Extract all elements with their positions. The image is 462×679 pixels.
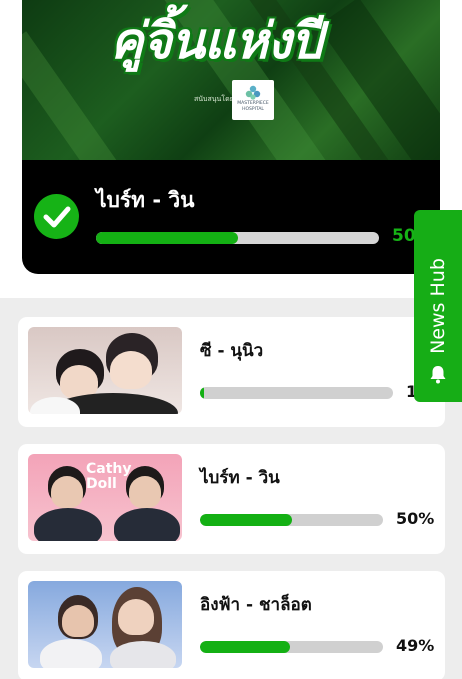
- candidate-percent: 49%: [396, 636, 435, 655]
- sponsor-logo-subtext: HOSPITAL: [242, 107, 264, 112]
- winner-name: ไบร์ท - วิน: [96, 188, 195, 212]
- news-hub-tab[interactable]: News Hub: [414, 210, 462, 402]
- checkmark-icon: [34, 194, 79, 239]
- sponsor-caption: สนับสนุนโดย: [194, 95, 234, 103]
- candidate-percent: 50%: [396, 509, 435, 528]
- bell-icon: [430, 366, 446, 384]
- candidate-progress-bar: [200, 641, 383, 653]
- candidate-progress-bar: [200, 387, 393, 399]
- news-hub-label: News Hub: [427, 258, 449, 354]
- candidate-name: ซี - นุนิว: [200, 341, 264, 361]
- banner-decoration: [317, 0, 440, 160]
- candidate-photo: [28, 581, 182, 668]
- candidate-card[interactable]: ซี - นุนิว 1: [18, 317, 445, 427]
- winner-card[interactable]: คู่จิ้นแห่งปี สนับสนุนโดย MASTERPIECE HO…: [22, 0, 440, 274]
- candidate-progress-fill: [200, 387, 204, 399]
- candidate-card[interactable]: Cathy Doll ไบร์ท - วิน 50%: [18, 444, 445, 554]
- candidate-card[interactable]: อิงฟ้า - ชาล็อต 49%: [18, 571, 445, 679]
- candidate-photo: [28, 327, 182, 414]
- candidate-name: อิงฟ้า - ชาล็อต: [200, 595, 312, 615]
- winner-progress-fill: [96, 232, 238, 244]
- sponsor-logo: MASTERPIECE HOSPITAL: [232, 80, 274, 120]
- winner-progress-bar: [96, 232, 379, 244]
- candidate-progress-bar: [200, 514, 383, 526]
- candidate-progress-fill: [200, 641, 290, 653]
- candidate-name: ไบร์ท - วิน: [200, 468, 280, 488]
- sponsor-flower-icon: [245, 85, 261, 100]
- candidate-progress-fill: [200, 514, 292, 526]
- candidate-photo: Cathy Doll: [28, 454, 182, 541]
- banner-title: คู่จิ้นแห่งปี: [110, 12, 322, 70]
- poll-banner: คู่จิ้นแห่งปี สนับสนุนโดย MASTERPIECE HO…: [22, 0, 440, 160]
